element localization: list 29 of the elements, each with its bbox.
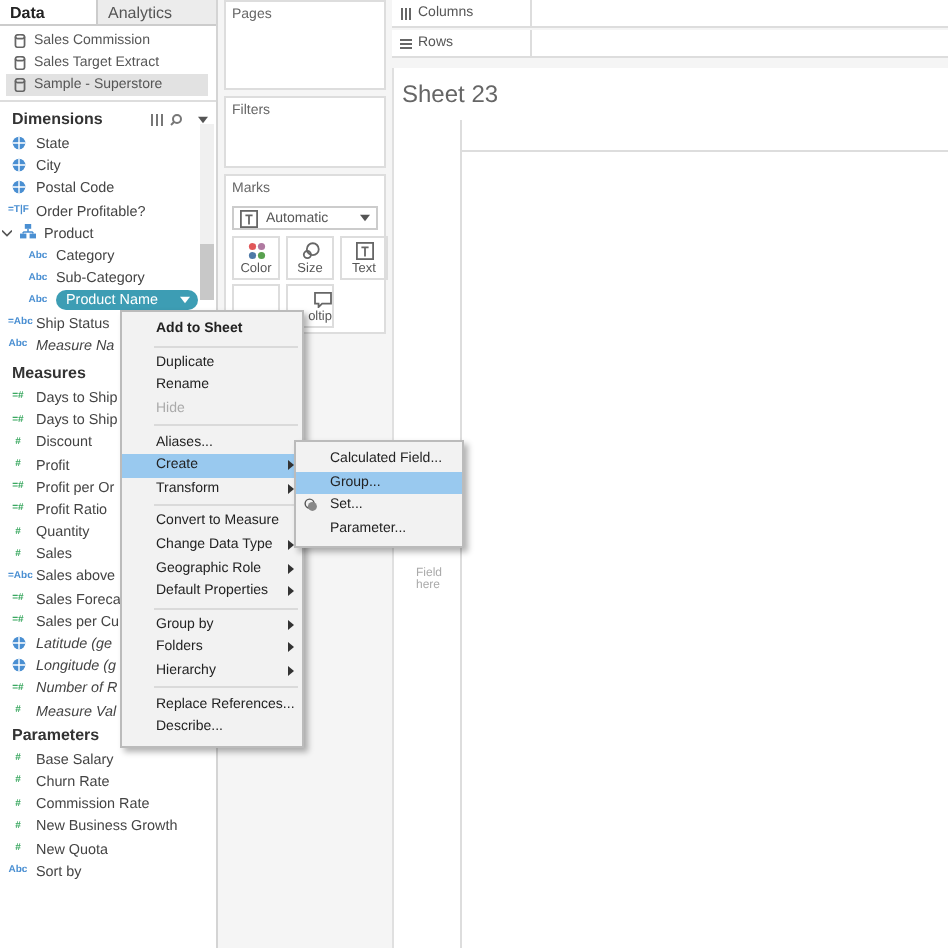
chevron-icon[interactable] [2,227,12,238]
database-icon [14,34,26,48]
section-heading: Measures [12,363,86,382]
text-icon [240,209,258,227]
sheet-title: Sheet 23 [400,78,501,112]
globe-icon [11,636,25,651]
text-icon [355,242,373,260]
set-icon [304,498,318,513]
section-heading: Parameters [12,725,100,744]
globe-icon [11,136,25,151]
columns-icon [400,7,412,19]
search-icon[interactable] [170,113,182,125]
section-heading: Dimensions [12,110,103,128]
panel-tab[interactable]: Analytics [96,0,216,24]
database-icon [14,78,26,92]
globe-icon [11,180,25,195]
rows-icon [400,37,412,49]
hierarchy-icon [20,224,36,241]
database-icon [14,56,26,70]
grid-view-icon[interactable] [150,113,164,125]
size-icon [301,242,319,260]
dropdown-arrow-icon[interactable] [180,295,190,304]
dropdown-arrow-icon [360,214,370,222]
color-dots-icon [247,242,265,260]
globe-icon [11,658,25,673]
dropdown-arrow-icon[interactable] [198,115,208,123]
globe-icon [11,158,25,173]
scrollbar[interactable] [200,124,214,300]
speech-bubble-icon [314,292,332,308]
